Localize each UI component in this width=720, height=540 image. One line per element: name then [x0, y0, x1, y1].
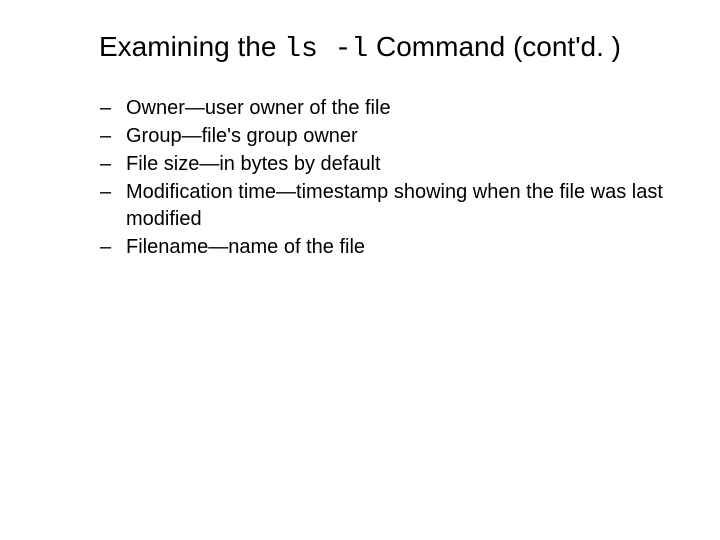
list-item-text: Owner—user owner of the file — [126, 95, 670, 122]
bullet-dash-icon: – — [100, 234, 126, 261]
bullet-dash-icon: – — [100, 151, 126, 178]
list-item: – Owner—user owner of the file — [100, 95, 670, 122]
bullet-dash-icon: – — [100, 123, 126, 150]
list-item: – File size—in bytes by default — [100, 151, 670, 178]
title-prefix: Examining the — [99, 31, 284, 62]
list-item-text: Filename—name of the file — [126, 234, 670, 261]
list-item-text: Group—file's group owner — [126, 123, 670, 150]
list-item-text: Modification time—timestamp showing when… — [126, 179, 670, 233]
title-command: ls -l — [284, 34, 368, 65]
bullet-dash-icon: – — [100, 95, 126, 122]
bullet-list: – Owner—user owner of the file – Group—f… — [50, 95, 670, 261]
list-item-text: File size—in bytes by default — [126, 151, 670, 178]
slide-title: Examining the ls -l Command (cont'd. ) — [50, 28, 670, 69]
list-item: – Filename—name of the file — [100, 234, 670, 261]
list-item: – Group—file's group owner — [100, 123, 670, 150]
bullet-dash-icon: – — [100, 179, 126, 206]
title-suffix: Command (cont'd. ) — [368, 31, 621, 62]
list-item: – Modification time—timestamp showing wh… — [100, 179, 670, 233]
